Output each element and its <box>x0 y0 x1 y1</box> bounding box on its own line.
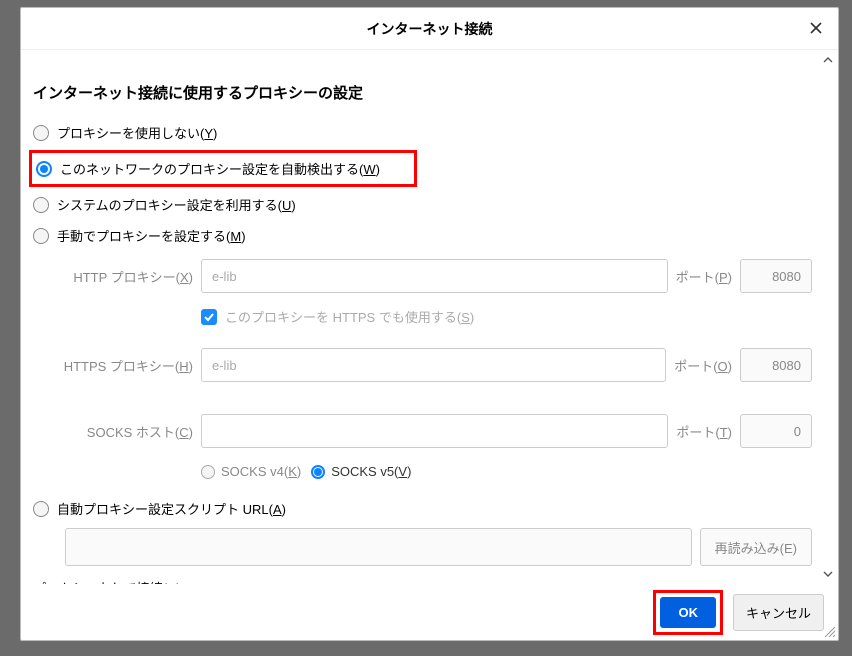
radio-label: 手動でプロキシーを設定する(M) <box>57 226 246 245</box>
titlebar: インターネット接続 <box>21 8 838 50</box>
radio-system-proxy[interactable]: システムのプロキシー設定を利用する(U) <box>33 189 812 220</box>
http-port-label: ポート(P) <box>668 267 740 286</box>
chevron-up-icon <box>823 57 833 63</box>
http-proxy-label: HTTP プロキシー(X) <box>33 267 201 286</box>
scroll-down-button[interactable] <box>822 568 834 580</box>
radio-label: システムのプロキシー設定を利用する(U) <box>57 195 296 214</box>
checkbox-checked-icon[interactable] <box>201 309 217 325</box>
radio-label: 自動プロキシー設定スクリプト URL(A) <box>57 499 286 518</box>
radio-icon[interactable] <box>311 465 325 479</box>
https-proxy-row: HTTPS プロキシー(H) ポート(O) <box>33 348 812 382</box>
close-button[interactable] <box>806 18 826 38</box>
radio-icon[interactable] <box>33 501 49 517</box>
vertical-scrollbar[interactable] <box>822 54 836 580</box>
radio-icon[interactable] <box>33 228 49 244</box>
highlight-ok: OK <box>653 590 723 635</box>
socks-host-input[interactable] <box>201 414 668 448</box>
socks-v4-option[interactable]: SOCKS v4(K) <box>201 464 301 479</box>
chevron-down-icon <box>823 571 833 577</box>
content-wrapper: インターネット接続に使用するプロキシーの設定 プロキシーを使用しない(Y) この… <box>21 50 838 584</box>
https-port-label: ポート(O) <box>666 356 740 375</box>
socks-v5-option[interactable]: SOCKS v5(V) <box>311 464 411 479</box>
radio-pac-url[interactable]: 自動プロキシー設定スクリプト URL(A) <box>33 493 812 524</box>
radio-icon[interactable] <box>33 197 49 213</box>
radio-icon[interactable] <box>201 465 215 479</box>
content-scroll-area[interactable]: インターネット接続に使用するプロキシーの設定 プロキシーを使用しない(Y) この… <box>21 50 820 584</box>
http-proxy-input[interactable] <box>201 259 668 293</box>
socks-port-input[interactable] <box>740 414 812 448</box>
https-proxy-input[interactable] <box>201 348 666 382</box>
radio-manual-proxy[interactable]: 手動でプロキシーを設定する(M) <box>33 220 812 251</box>
radio-label: プロキシーを使用しない(Y) <box>57 123 217 142</box>
socks-host-row: SOCKS ホスト(C) ポート(T) <box>33 414 812 448</box>
https-port-input[interactable] <box>740 348 812 382</box>
pac-url-input[interactable] <box>65 528 692 566</box>
dialog-title: インターネット接続 <box>367 19 493 39</box>
http-proxy-row: HTTP プロキシー(X) ポート(P) <box>33 259 812 293</box>
cancel-button[interactable]: キャンセル <box>733 594 824 631</box>
reload-button[interactable]: 再読み込み(E) <box>700 528 812 566</box>
socks-host-label: SOCKS ホスト(C) <box>33 422 201 441</box>
https-proxy-label: HTTPS プロキシー(H) <box>33 356 201 375</box>
socks-v4-label: SOCKS v4(K) <box>221 464 301 479</box>
http-port-input[interactable] <box>740 259 812 293</box>
close-icon <box>809 21 823 35</box>
radio-no-proxy[interactable]: プロキシーを使用しない(Y) <box>33 117 812 148</box>
radio-auto-detect[interactable]: このネットワークのプロキシー設定を自動検出する(W) <box>36 157 414 180</box>
scroll-up-button[interactable] <box>822 54 834 66</box>
connection-settings-dialog: インターネット接続 インターネット接続に使用するプロキシーの設定 プロキシーを使… <box>20 7 839 641</box>
dialog-footer: OK キャンセル <box>21 584 838 640</box>
socks-port-label: ポート(T) <box>668 422 740 441</box>
ok-button[interactable]: OK <box>660 597 716 628</box>
socks-version-row: SOCKS v4(K) SOCKS v5(V) <box>201 456 812 487</box>
resize-grip-icon <box>822 624 836 638</box>
radio-icon[interactable] <box>33 125 49 141</box>
radio-label: このネットワークのプロキシー設定を自動検出する(W) <box>60 159 380 178</box>
use-for-https-row[interactable]: このプロキシーを HTTPS でも使用する(S) <box>201 301 812 340</box>
section-heading: インターネット接続に使用するプロキシーの設定 <box>33 82 812 103</box>
radio-icon[interactable] <box>36 161 52 177</box>
resize-grip[interactable] <box>822 624 836 638</box>
socks-v5-label: SOCKS v5(V) <box>331 464 411 479</box>
checkbox-label: このプロキシーを HTTPS でも使用する(S) <box>225 307 474 326</box>
highlight-auto-detect: このネットワークのプロキシー設定を自動検出する(W) <box>29 150 417 187</box>
pac-url-row: 再読み込み(E) <box>65 528 812 566</box>
